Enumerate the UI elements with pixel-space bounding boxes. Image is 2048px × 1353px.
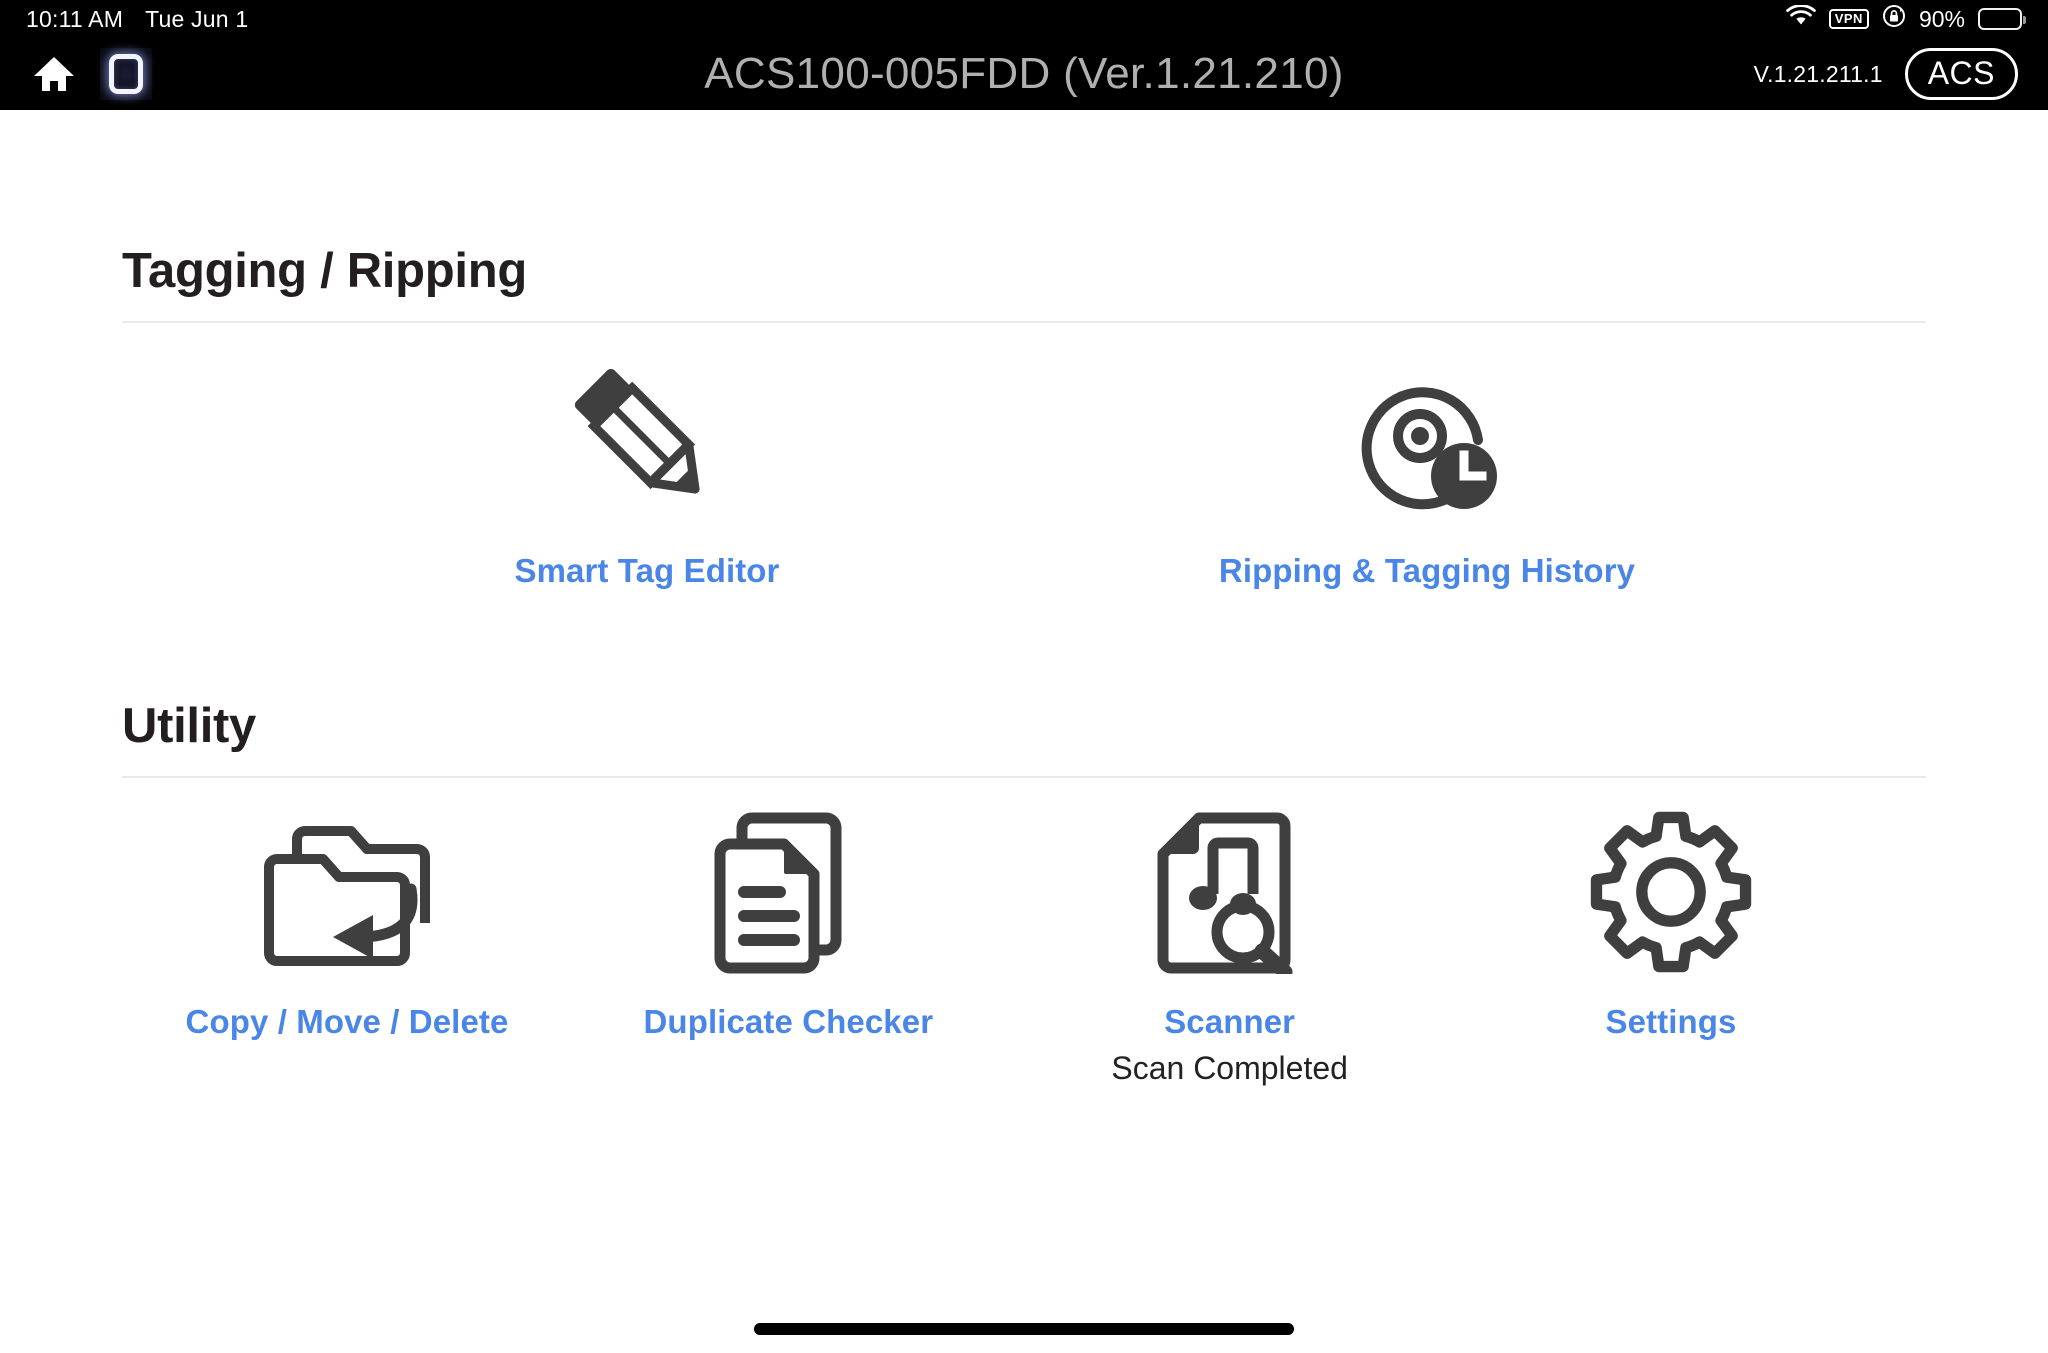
home-indicator[interactable]	[754, 1323, 1294, 1335]
battery-percent-label: 90%	[1918, 5, 1965, 32]
scanner-status-text: Scan Completed	[1111, 1049, 1348, 1086]
tile-label-ripping-tagging-history: Ripping & Tagging History	[1218, 551, 1636, 589]
status-bar-time: 10:11 AM	[26, 5, 124, 32]
tile-smart-tag-editor[interactable]: Smart Tag Editor	[412, 357, 882, 591]
folder-arrow-icon	[261, 808, 433, 976]
tile-label-duplicate-checker: Duplicate Checker	[643, 1003, 934, 1041]
ios-status-bar: 10:11 AM Tue Jun 1 VPN 90%	[0, 0, 2048, 38]
section-tagging-ripping: Tagging / Ripping Smart Tag Editor Rippi…	[0, 110, 2048, 590]
tile-copy-move-delete[interactable]: Copy / Move / Delete	[162, 808, 532, 1042]
app-header-right: V.1.21.211.1 ACS	[1754, 48, 2048, 100]
pencil-icon	[562, 357, 732, 525]
tile-ripping-tagging-history[interactable]: Ripping & Tagging History	[1192, 357, 1662, 591]
status-bar-date: Tue Jun 1	[145, 5, 249, 32]
tile-row-utility: Copy / Move / Delete Duplicate Checker S…	[122, 778, 1926, 1087]
page-content: Tagging / Ripping Smart Tag Editor Rippi…	[0, 110, 2048, 1353]
wifi-icon	[1785, 4, 1816, 33]
app-version-label: V.1.21.211.1	[1753, 60, 1883, 87]
tile-label-settings: Settings	[1605, 1003, 1737, 1041]
rounded-square-icon[interactable]	[100, 48, 152, 100]
tile-scanner[interactable]: Scanner Scan Completed	[1045, 808, 1415, 1087]
gear-icon	[1590, 808, 1752, 976]
tile-label-copy-move-delete: Copy / Move / Delete	[185, 1003, 509, 1041]
music-file-search-icon	[1155, 808, 1305, 976]
app-header-bar: ACS100-005FDD (Ver.1.21.210) V.1.21.211.…	[0, 38, 2048, 110]
disc-clock-icon	[1346, 357, 1508, 525]
section-utility: Utility Copy / Move / Delete Duplicate C…	[0, 590, 2048, 1087]
section-title-utility: Utility	[122, 699, 257, 754]
section-title-tagging: Tagging / Ripping	[122, 244, 527, 298]
status-bar-left: 10:11 AM Tue Jun 1	[0, 6, 248, 33]
rotation-lock-icon	[1882, 4, 1906, 34]
tile-label-smart-tag-editor: Smart Tag Editor	[514, 551, 780, 589]
battery-icon	[1978, 8, 2026, 30]
account-pill-button[interactable]: ACS	[1904, 48, 2018, 100]
tile-row-tagging: Smart Tag Editor Ripping & Tagging Histo…	[122, 323, 1926, 591]
tile-label-scanner: Scanner	[1164, 1003, 1296, 1041]
tile-settings[interactable]: Settings	[1486, 808, 1856, 1042]
app-title: ACS100-005FDD (Ver.1.21.210)	[704, 49, 1344, 98]
app-header-left	[0, 48, 152, 100]
status-bar-right: VPN 90%	[1785, 4, 2048, 34]
documents-icon	[712, 808, 864, 976]
vpn-badge: VPN	[1828, 9, 1869, 29]
home-icon[interactable]	[30, 50, 78, 98]
tile-duplicate-checker[interactable]: Duplicate Checker	[603, 808, 973, 1042]
